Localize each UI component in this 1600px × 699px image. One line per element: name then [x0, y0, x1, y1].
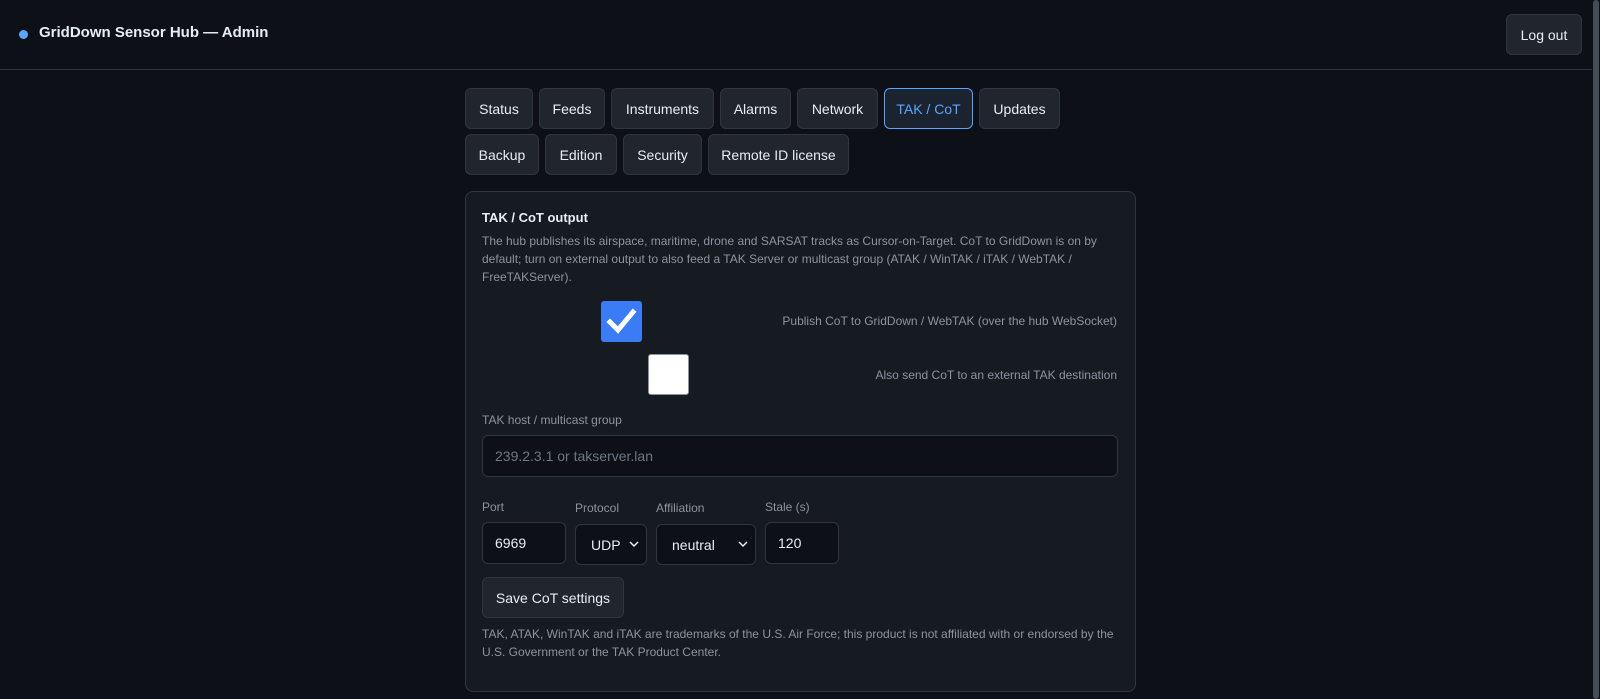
tab-status[interactable]: Status: [465, 88, 533, 129]
status-dot-icon: [19, 30, 28, 39]
publish-gridown-checkbox[interactable]: [601, 301, 642, 342]
chevron-down-icon: [629, 541, 639, 548]
tab-updates[interactable]: Updates: [979, 88, 1060, 129]
tab-backup[interactable]: Backup: [465, 134, 539, 175]
panel-title: TAK / CoT output: [482, 210, 588, 225]
port-label: Port: [482, 500, 505, 514]
affiliation-select[interactable]: neutral: [656, 524, 756, 565]
protocol-label: Protocol: [575, 501, 620, 515]
panel-description: The hub publishes its airspace, maritime…: [482, 234, 1097, 284]
checkmark-icon: [606, 308, 637, 334]
tak-host-input[interactable]: [482, 435, 1118, 477]
tab-edition[interactable]: Edition: [545, 134, 617, 175]
tab-alarms[interactable]: Alarms: [720, 88, 791, 129]
external-tak-checkbox[interactable]: [648, 354, 689, 395]
app-title: GridDown Sensor Hub — Admin: [39, 24, 269, 41]
publish-gridown-label: Publish CoT to GridDown / WebTAK (over t…: [782, 314, 1117, 328]
port-input[interactable]: [482, 522, 566, 564]
host-label: TAK host / multicast group: [482, 413, 622, 427]
stale-input[interactable]: [765, 522, 839, 564]
tab-security[interactable]: Security: [623, 134, 702, 175]
save-cot-settings-button[interactable]: Save CoT settings: [482, 577, 624, 618]
trademark-disclaimer: TAK, ATAK, WinTAK and iTAK are trademark…: [482, 627, 1114, 659]
external-tak-label: Also send CoT to an external TAK destina…: [875, 368, 1117, 382]
tab-tak-cot[interactable]: TAK / CoT: [884, 88, 973, 129]
affiliation-value: neutral: [672, 537, 715, 553]
stale-label: Stale (s): [765, 500, 810, 514]
chevron-down-icon: [738, 541, 748, 548]
protocol-value: UDP: [591, 537, 621, 553]
logout-button[interactable]: Log out: [1506, 14, 1582, 55]
tab-remote-id-license[interactable]: Remote ID license: [708, 134, 849, 175]
tab-instruments[interactable]: Instruments: [611, 88, 714, 129]
protocol-select[interactable]: UDP: [575, 524, 647, 565]
tab-feeds[interactable]: Feeds: [539, 88, 605, 129]
tab-network[interactable]: Network: [797, 88, 878, 129]
scrollbar-thumb[interactable]: [1593, 0, 1599, 699]
affiliation-label: Affiliation: [656, 501, 705, 515]
